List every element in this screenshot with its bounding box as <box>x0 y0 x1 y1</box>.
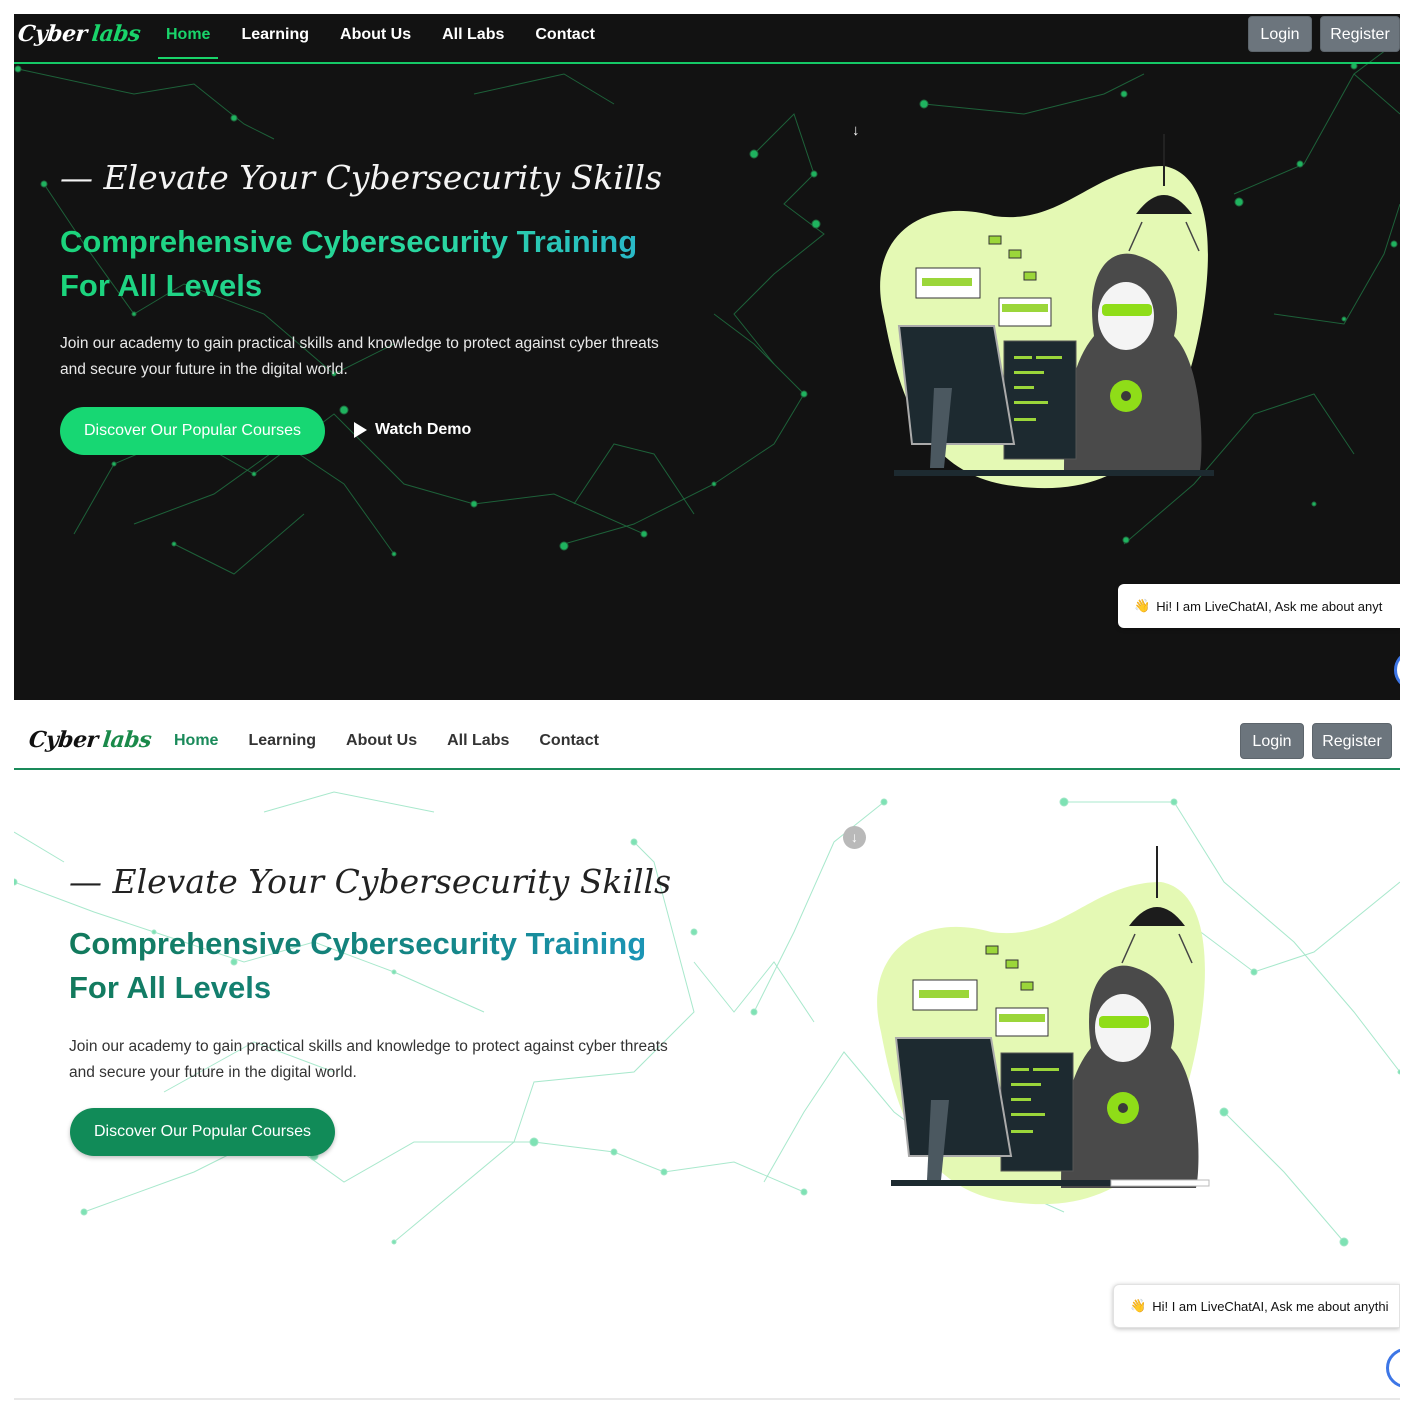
nav-item-learning[interactable]: Learning <box>233 14 317 61</box>
nav-item-all-labs[interactable]: All Labs <box>439 712 517 770</box>
livechat-greeting[interactable]: 👋 Hi! I am LiveChatAI, Ask me about anyt… <box>1113 1284 1400 1328</box>
nav-item-all-labs[interactable]: All Labs <box>434 14 512 61</box>
headline-line-2: For All Levels <box>60 268 263 303</box>
brand-logo[interactable]: Cyber labs <box>28 727 153 753</box>
watch-demo-link[interactable]: Watch Demo <box>354 421 471 439</box>
auth-buttons: Login Register <box>1248 16 1400 52</box>
headline-line-1: Comprehensive Cybersecurity Training <box>60 224 638 259</box>
nav-item-home[interactable]: Home <box>166 712 227 770</box>
watch-demo-label: Watch Demo <box>375 421 472 438</box>
nav-item-about-us[interactable]: About Us <box>338 712 425 770</box>
hacker-illustration <box>877 846 1210 1205</box>
hero-headline: Comprehensive Cybersecurity Training For… <box>60 220 760 308</box>
register-button[interactable]: Register <box>1320 16 1400 52</box>
chat-bubble-icon[interactable] <box>1394 650 1400 690</box>
hero-description: Join our academy to gain practical skill… <box>60 335 659 378</box>
hero-description: Join our academy to gain practical skill… <box>69 1038 668 1081</box>
logo-word-labs: labs <box>101 727 153 753</box>
headline-line-1: Comprehensive Cybersecurity Training <box>69 926 647 961</box>
hero-tagline: — Elevate Your Cybersecurity Skills <box>69 862 672 901</box>
nav-links: Home Learning About Us All Labs Contact <box>158 14 618 61</box>
livechat-message: Hi! I am LiveChatAI, Ask me about anyt <box>1156 598 1383 614</box>
chat-bubble-icon[interactable] <box>1386 1348 1400 1388</box>
hero-headline: Comprehensive Cybersecurity Training For… <box>69 922 769 1010</box>
logo-word-labs: labs <box>90 21 142 47</box>
hacker-illustration <box>880 134 1214 489</box>
brand-logo[interactable]: Cyber labs <box>17 21 142 47</box>
auth-buttons: Login Register <box>1240 723 1392 759</box>
nav-item-learning[interactable]: Learning <box>240 712 324 770</box>
nav-links: Home Learning About Us All Labs Contact <box>166 712 621 770</box>
navbar: Cyber labs Home Learning About Us All Lab… <box>14 712 1400 770</box>
logo-word-cyber: Cyber <box>16 21 89 47</box>
livechat-message: Hi! I am LiveChatAI, Ask me about anythi <box>1152 1298 1389 1314</box>
discover-courses-button[interactable]: Discover Our Popular Courses <box>70 1108 335 1156</box>
hero-tagline: — Elevate Your Cybersecurity Skills <box>60 158 663 197</box>
navbar: Cyber labs Home Learning About Us All Lab… <box>14 14 1400 64</box>
arrow-down-icon[interactable]: ↓ <box>852 122 860 139</box>
discover-courses-button[interactable]: Discover Our Popular Courses <box>60 407 325 455</box>
dark-theme-screenshot: Cyber labs Home Learning About Us All Lab… <box>14 14 1400 700</box>
login-button[interactable]: Login <box>1248 16 1312 52</box>
livechat-greeting[interactable]: 👋 Hi! I am LiveChatAI, Ask me about anyt <box>1118 584 1400 628</box>
nav-item-home[interactable]: Home <box>158 14 219 61</box>
nav-item-contact[interactable]: Contact <box>531 712 607 770</box>
waving-hand-icon: 👋 <box>1134 598 1151 613</box>
light-theme-screenshot: Cyber labs Home Learning About Us All Lab… <box>14 712 1400 1400</box>
nav-item-about-us[interactable]: About Us <box>332 14 419 61</box>
nav-item-contact[interactable]: Contact <box>527 14 603 61</box>
play-icon <box>354 422 367 438</box>
logo-word-cyber: Cyber <box>27 727 100 753</box>
headline-line-2: For All Levels <box>69 970 272 1005</box>
register-button[interactable]: Register <box>1312 723 1392 759</box>
waving-hand-icon: 👋 <box>1130 1298 1147 1313</box>
login-button[interactable]: Login <box>1240 723 1304 759</box>
